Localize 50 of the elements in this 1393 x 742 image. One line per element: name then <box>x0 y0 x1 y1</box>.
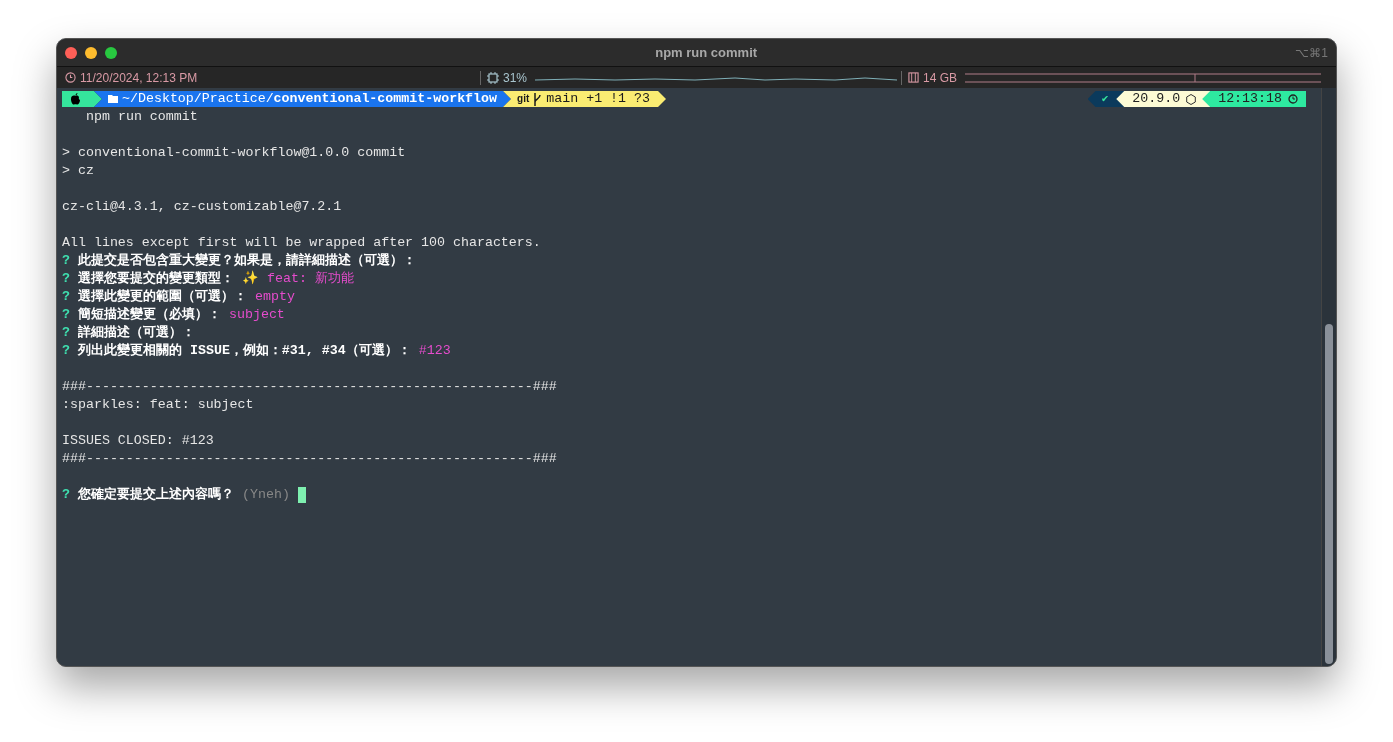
clock-icon <box>65 72 76 83</box>
git-status: main +1 !1 ?3 <box>546 90 650 108</box>
answer-text: subject <box>229 306 285 324</box>
question-mark: ? <box>62 288 70 306</box>
question-text: 詳細描述（可選）： <box>78 324 195 342</box>
output-line: ###--------------------------------------------------------### <box>62 450 557 468</box>
answer-text: #123 <box>418 342 451 360</box>
clock-time: 12:13:18 <box>1218 90 1282 108</box>
output-line: > conventional-commit-workflow@1.0.0 commit <box>62 144 406 162</box>
close-button[interactable] <box>65 46 77 59</box>
nodejs-icon <box>1186 93 1197 105</box>
question-text: 您確定要提交上述內容嗎？ <box>78 486 234 504</box>
minimize-button[interactable] <box>85 46 97 59</box>
question-mark: ? <box>62 252 70 270</box>
scrollbar-thumb[interactable] <box>1325 324 1333 664</box>
question-mark: ? <box>62 342 70 360</box>
question-mark: ? <box>62 270 70 288</box>
zoom-button[interactable] <box>105 46 117 59</box>
date-time: 11/20/2024, 12:13 PM <box>80 69 198 87</box>
command-text: npm run commit <box>86 108 198 126</box>
output-line: cz-cli@4.3.1, cz-customizable@7.2.1 <box>62 198 342 216</box>
answer-text: empty <box>255 288 295 306</box>
clock-icon <box>1288 94 1298 104</box>
question-text: 列出此變更相關的 ISSUE，例如：#31, #34（可選）： <box>78 342 411 360</box>
cpu-icon <box>487 71 499 84</box>
cpu-usage: 31% <box>503 69 528 87</box>
output-line: :sparkles: feat: subject <box>62 396 254 414</box>
question-text: 簡短描述變更（必填）： <box>78 306 221 324</box>
question-text: 選擇此變更的範圍（可選）： <box>78 288 247 306</box>
question-text: 選擇您要提交的變更類型： <box>78 270 234 288</box>
question-text: 此提交是否包含重大變更？如果是，請詳細描述（可選）： <box>78 252 416 270</box>
branch-icon <box>533 92 543 106</box>
answer-text: ✨ feat: 新功能 <box>242 270 354 288</box>
memory-usage: 14 GB <box>923 69 958 87</box>
question-mark: ? <box>62 324 70 342</box>
hint-text: (Yneh) <box>242 486 290 504</box>
shortcut-label: ⌥⌘1 <box>1295 44 1328 62</box>
path-text: ~/Desktop/Practice/conventional-commit-workflow <box>122 90 498 108</box>
output-line: > cz <box>62 162 94 180</box>
output-line: ###--------------------------------------------------------### <box>62 378 557 396</box>
git-label: git <box>517 92 530 106</box>
output-line: ISSUES CLOSED: #123 <box>62 432 214 450</box>
output-line: All lines except first will be wrapped after 100 characters. <box>62 234 541 252</box>
node-version: 20.9.0 <box>1132 90 1181 108</box>
memory-icon <box>908 72 919 83</box>
question-mark: ? <box>62 486 70 504</box>
window-title: npm run commit <box>655 43 758 62</box>
apple-icon <box>70 93 81 105</box>
folder-icon <box>108 95 118 103</box>
question-mark: ? <box>62 306 70 324</box>
